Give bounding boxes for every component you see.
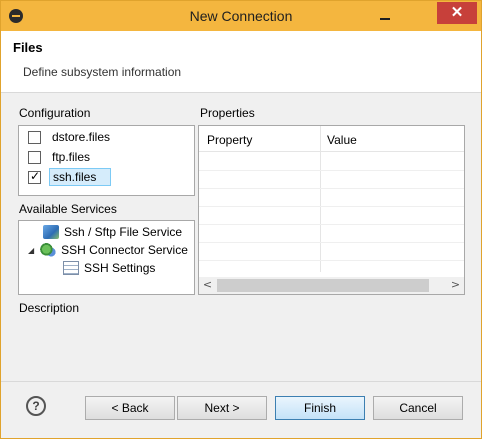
config-item-label: dstore.files xyxy=(52,130,111,144)
config-item-dstore-files[interactable]: dstore.files xyxy=(28,128,113,146)
config-item-ssh-files[interactable]: ssh.files xyxy=(28,168,111,186)
cancel-button[interactable]: Cancel xyxy=(373,396,463,420)
minimize-button[interactable] xyxy=(374,7,396,25)
scroll-right-button[interactable]: > xyxy=(447,277,464,294)
properties-table: Property Value < > xyxy=(198,125,465,295)
tree-item-ssh-connector-service[interactable]: ◢ SSH Connector Service xyxy=(28,241,188,259)
grid-line xyxy=(199,206,464,207)
column-header-property[interactable]: Property xyxy=(207,133,252,147)
grid-line xyxy=(199,224,464,225)
page-subtitle: Define subsystem information xyxy=(23,65,182,79)
tree-item-ssh-settings[interactable]: SSH Settings xyxy=(63,259,155,277)
column-header-value[interactable]: Value xyxy=(327,133,357,147)
table-header: Property Value xyxy=(199,126,464,152)
ssh-files-checkbox[interactable] xyxy=(28,169,41,184)
new-connection-dialog: New Connection ✕ Files Define subsystem … xyxy=(0,0,482,439)
description-label: Description xyxy=(19,301,80,315)
connector-service-icon xyxy=(40,243,57,257)
scroll-left-button[interactable]: < xyxy=(199,277,216,294)
finish-button[interactable]: Finish xyxy=(275,396,365,420)
grid-line xyxy=(199,242,464,243)
properties-label: Properties xyxy=(200,106,255,120)
tree-item-label: SSH Connector Service xyxy=(61,243,188,257)
button-bar: ? < Back Next > Finish Cancel xyxy=(1,381,481,438)
next-button[interactable]: Next > xyxy=(177,396,267,420)
column-divider xyxy=(320,126,321,272)
settings-table-icon xyxy=(63,261,79,275)
tree-item-label: SSH Settings xyxy=(84,261,156,275)
grid-line xyxy=(199,260,464,261)
page-title: Files xyxy=(13,40,43,55)
window-title: New Connection xyxy=(189,8,293,24)
collapse-arrow-icon[interactable]: ◢ xyxy=(28,246,34,255)
configuration-label: Configuration xyxy=(19,106,91,120)
tree-item-label: Ssh / Sftp File Service xyxy=(64,225,183,239)
horizontal-scrollbar[interactable]: < > xyxy=(199,277,464,294)
config-item-label: ftp.files xyxy=(52,150,91,164)
help-button[interactable]: ? xyxy=(26,396,46,416)
grid-line xyxy=(199,170,464,171)
ftp-files-checkbox[interactable] xyxy=(28,150,41,164)
services-tree: Ssh / Sftp File Service ◢ SSH Connector … xyxy=(18,220,195,295)
dstore-files-checkbox[interactable] xyxy=(28,130,41,144)
available-services-label: Available Services xyxy=(19,202,117,216)
file-service-icon xyxy=(43,225,59,239)
config-item-ftp-files[interactable]: ftp.files xyxy=(28,148,93,166)
config-item-label: ssh.files xyxy=(49,168,111,186)
back-button[interactable]: < Back xyxy=(85,396,175,420)
scroll-thumb[interactable] xyxy=(217,279,429,292)
wizard-header: Files Define subsystem information xyxy=(1,31,481,93)
title-bar: New Connection ✕ xyxy=(1,1,481,31)
grid-line xyxy=(199,188,464,189)
tree-item-sftp-file-service[interactable]: Ssh / Sftp File Service xyxy=(43,223,182,241)
configuration-list: dstore.files ftp.files ssh.files xyxy=(18,125,195,196)
close-button[interactable]: ✕ xyxy=(437,2,477,24)
